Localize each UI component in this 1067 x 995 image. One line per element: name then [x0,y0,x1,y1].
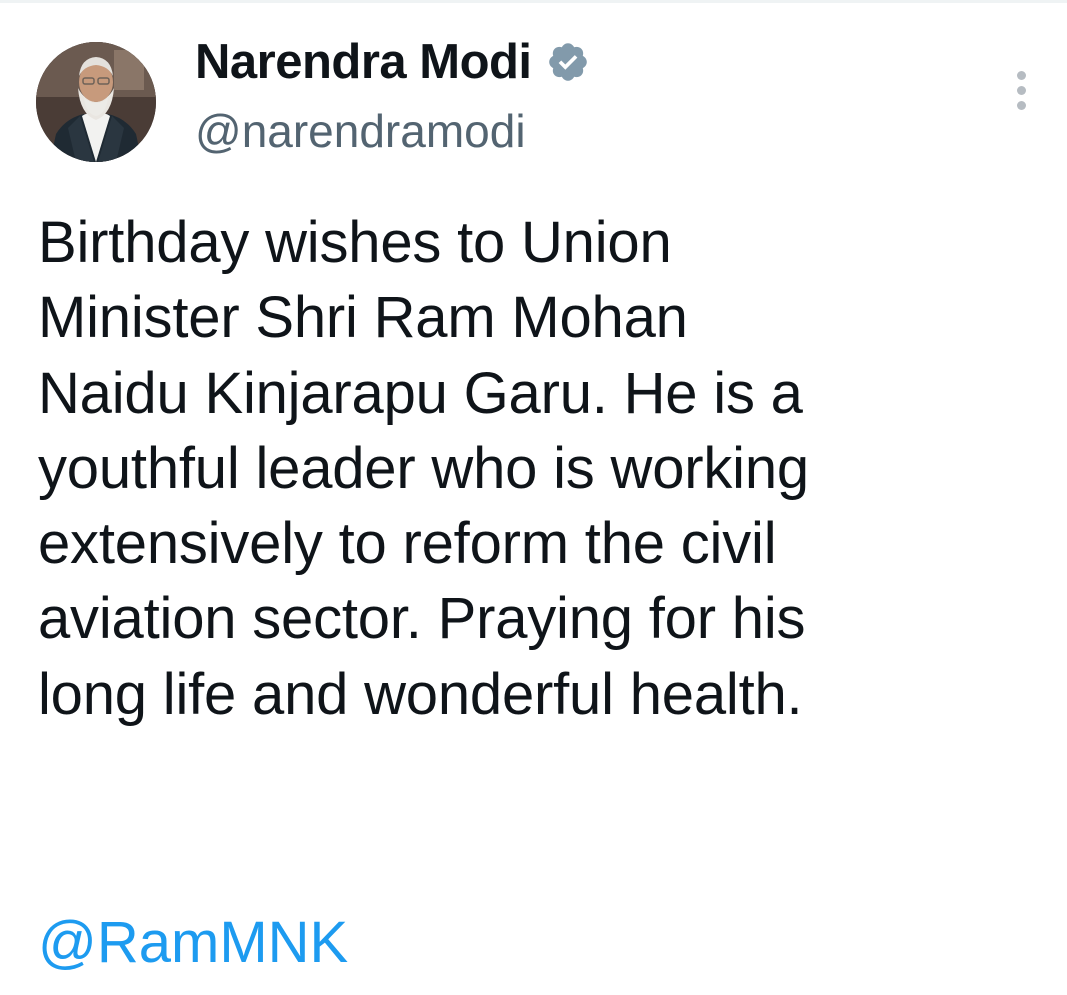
avatar-portrait [36,42,156,162]
more-options-button[interactable] [1004,66,1038,114]
more-options-icon-dot [1016,100,1026,110]
mention-link[interactable]: @RamMNK [38,905,348,980]
author-avatar[interactable] [36,42,156,162]
verified-badge-icon [546,40,590,84]
author-display-name[interactable]: Narendra Modi [195,34,532,90]
more-options-icon [1016,70,1026,80]
author-name-row: Narendra Modi [195,30,590,94]
author-handle[interactable]: @narendramodi [195,104,526,158]
more-options-icon-dot [1016,85,1026,95]
tweet-text: Birthday wishes to Union Minister Shri R… [38,210,809,727]
tweet-card: Narendra Modi @narendramodi Birthday wis… [0,0,1067,995]
